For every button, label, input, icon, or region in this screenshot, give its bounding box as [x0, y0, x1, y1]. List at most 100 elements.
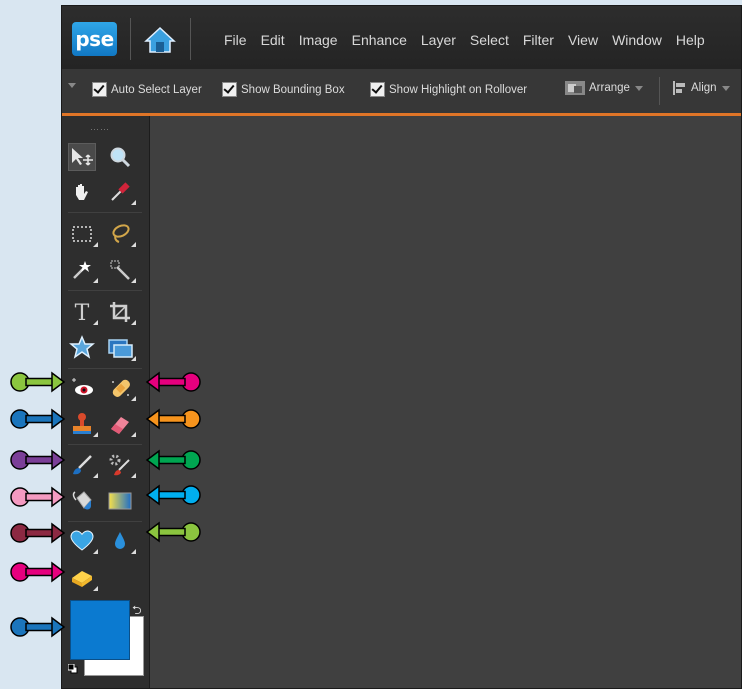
toolbox-panel: ⋯⋯ T ⮌ — [62, 116, 150, 688]
panel-grip[interactable]: ⋯⋯ — [90, 124, 110, 135]
brush-tool[interactable] — [68, 451, 98, 479]
marquee-icon — [72, 226, 92, 242]
more-tools-indicator — [93, 242, 98, 247]
crop-tool[interactable] — [106, 298, 136, 326]
default-colors-icon[interactable] — [67, 661, 78, 674]
quick-selection-tool[interactable] — [106, 256, 136, 284]
smart-brush-icon — [109, 454, 130, 476]
menu-window[interactable]: Window — [605, 32, 669, 48]
gradient-icon — [108, 492, 132, 510]
options-menu-arrow[interactable] — [68, 83, 76, 88]
pse-logo: pse — [72, 22, 117, 56]
menu-bar: pse File Edit Image Enhance Layer Select… — [62, 6, 741, 69]
swap-colors-icon[interactable]: ⮌ — [132, 601, 142, 622]
eraser-tool[interactable] — [106, 410, 136, 438]
move-tool[interactable] — [68, 143, 96, 171]
menu-image[interactable]: Image — [292, 32, 345, 48]
more-tools-indicator — [93, 473, 98, 478]
stamp-icon — [73, 413, 91, 434]
spot-healing-brush-tool[interactable] — [106, 374, 136, 402]
divider — [68, 521, 142, 522]
show-bounding-box-checkbox[interactable] — [222, 82, 237, 97]
magic-wand-icon — [73, 261, 91, 279]
hand-icon — [76, 184, 88, 200]
callout-arrow-color-swatch — [10, 617, 65, 637]
more-tools-indicator — [93, 320, 98, 325]
more-tools-indicator — [131, 473, 136, 478]
custom-shape-tool[interactable] — [68, 334, 96, 362]
shape-tool[interactable] — [68, 527, 98, 555]
eyedropper-icon — [111, 182, 130, 201]
show-bounding-box-label: Show Bounding Box — [241, 83, 345, 96]
photoshop-elements-window: pse File Edit Image Enhance Layer Select… — [61, 5, 742, 689]
lasso-icon — [112, 224, 130, 243]
show-bounding-box-option[interactable]: Show Bounding Box — [222, 82, 345, 97]
menu-enhance[interactable]: Enhance — [345, 32, 414, 48]
menu-file[interactable]: File — [217, 32, 254, 48]
home-icon[interactable] — [144, 25, 176, 55]
bandage-icon — [112, 379, 130, 397]
menu-view[interactable]: View — [561, 32, 605, 48]
chevron-down-icon — [721, 85, 730, 91]
align-icon — [673, 81, 685, 95]
paint-bucket-icon — [72, 491, 92, 510]
arrange-label: Arrange — [589, 82, 630, 94]
more-tools-indicator — [131, 278, 136, 283]
callout-arrow-paint-bucket — [10, 487, 65, 507]
smart-brush-tool[interactable] — [106, 451, 136, 479]
show-highlight-label: Show Highlight on Rollover — [389, 83, 528, 96]
recompose-icon — [108, 339, 133, 358]
show-highlight-checkbox[interactable] — [370, 82, 385, 97]
magic-wand-tool[interactable] — [68, 256, 98, 284]
arrange-icon — [565, 81, 585, 95]
rectangular-marquee-tool[interactable] — [68, 220, 98, 248]
heart-icon — [70, 530, 94, 551]
more-tools-indicator — [131, 549, 136, 554]
divider — [68, 212, 142, 213]
auto-select-layer-option[interactable]: Auto Select Layer — [92, 82, 202, 97]
sponge-icon — [72, 571, 92, 587]
recompose-tool[interactable] — [106, 334, 136, 362]
more-tools-indicator — [131, 200, 136, 205]
water-drop-icon — [115, 532, 125, 549]
menu-help[interactable]: Help — [669, 32, 712, 48]
menu-layer[interactable]: Layer — [414, 32, 463, 48]
callout-arrow-red-eye — [10, 372, 65, 392]
eyedropper-tool[interactable] — [106, 178, 136, 206]
foreground-color-swatch[interactable] — [70, 600, 130, 660]
more-tools-indicator — [93, 278, 98, 283]
brush-icon — [73, 455, 92, 475]
zoom-tool[interactable] — [106, 143, 134, 171]
menu-edit[interactable]: Edit — [254, 32, 292, 48]
gradient-tool[interactable] — [106, 487, 134, 515]
menu-filter[interactable]: Filter — [516, 32, 561, 48]
magnifier-icon — [110, 147, 131, 168]
show-highlight-option[interactable]: Show Highlight on Rollover — [370, 82, 527, 97]
star-badge-icon — [69, 335, 95, 359]
auto-select-layer-checkbox[interactable] — [92, 82, 107, 97]
svg-text:T: T — [75, 301, 90, 324]
align-label: Align — [691, 82, 717, 94]
hand-tool[interactable] — [68, 178, 96, 206]
more-tools-indicator — [93, 586, 98, 591]
callout-arrow-brush — [10, 450, 65, 470]
callout-arrow-shape — [10, 523, 65, 543]
crop-icon — [110, 302, 130, 322]
more-tools-indicator — [131, 242, 136, 247]
more-tools-indicator — [131, 396, 136, 401]
document-canvas-area[interactable] — [150, 116, 741, 688]
divider — [68, 290, 142, 291]
lasso-tool[interactable] — [106, 220, 136, 248]
type-tool[interactable]: T — [68, 298, 98, 326]
blur-tool[interactable] — [106, 527, 136, 555]
menu-list: File Edit Image Enhance Layer Select Fil… — [217, 32, 712, 48]
clone-stamp-tool[interactable] — [68, 410, 98, 438]
paint-bucket-tool[interactable] — [68, 487, 96, 515]
red-eye-icon — [72, 378, 93, 395]
sponge-tool[interactable] — [68, 564, 98, 592]
red-eye-removal-tool[interactable] — [68, 374, 96, 402]
arrange-dropdown[interactable]: Arrange — [564, 80, 643, 96]
align-dropdown[interactable]: Align — [672, 80, 730, 96]
menu-select[interactable]: Select — [463, 32, 516, 48]
callout-arrow-clone-stamp — [10, 409, 65, 429]
